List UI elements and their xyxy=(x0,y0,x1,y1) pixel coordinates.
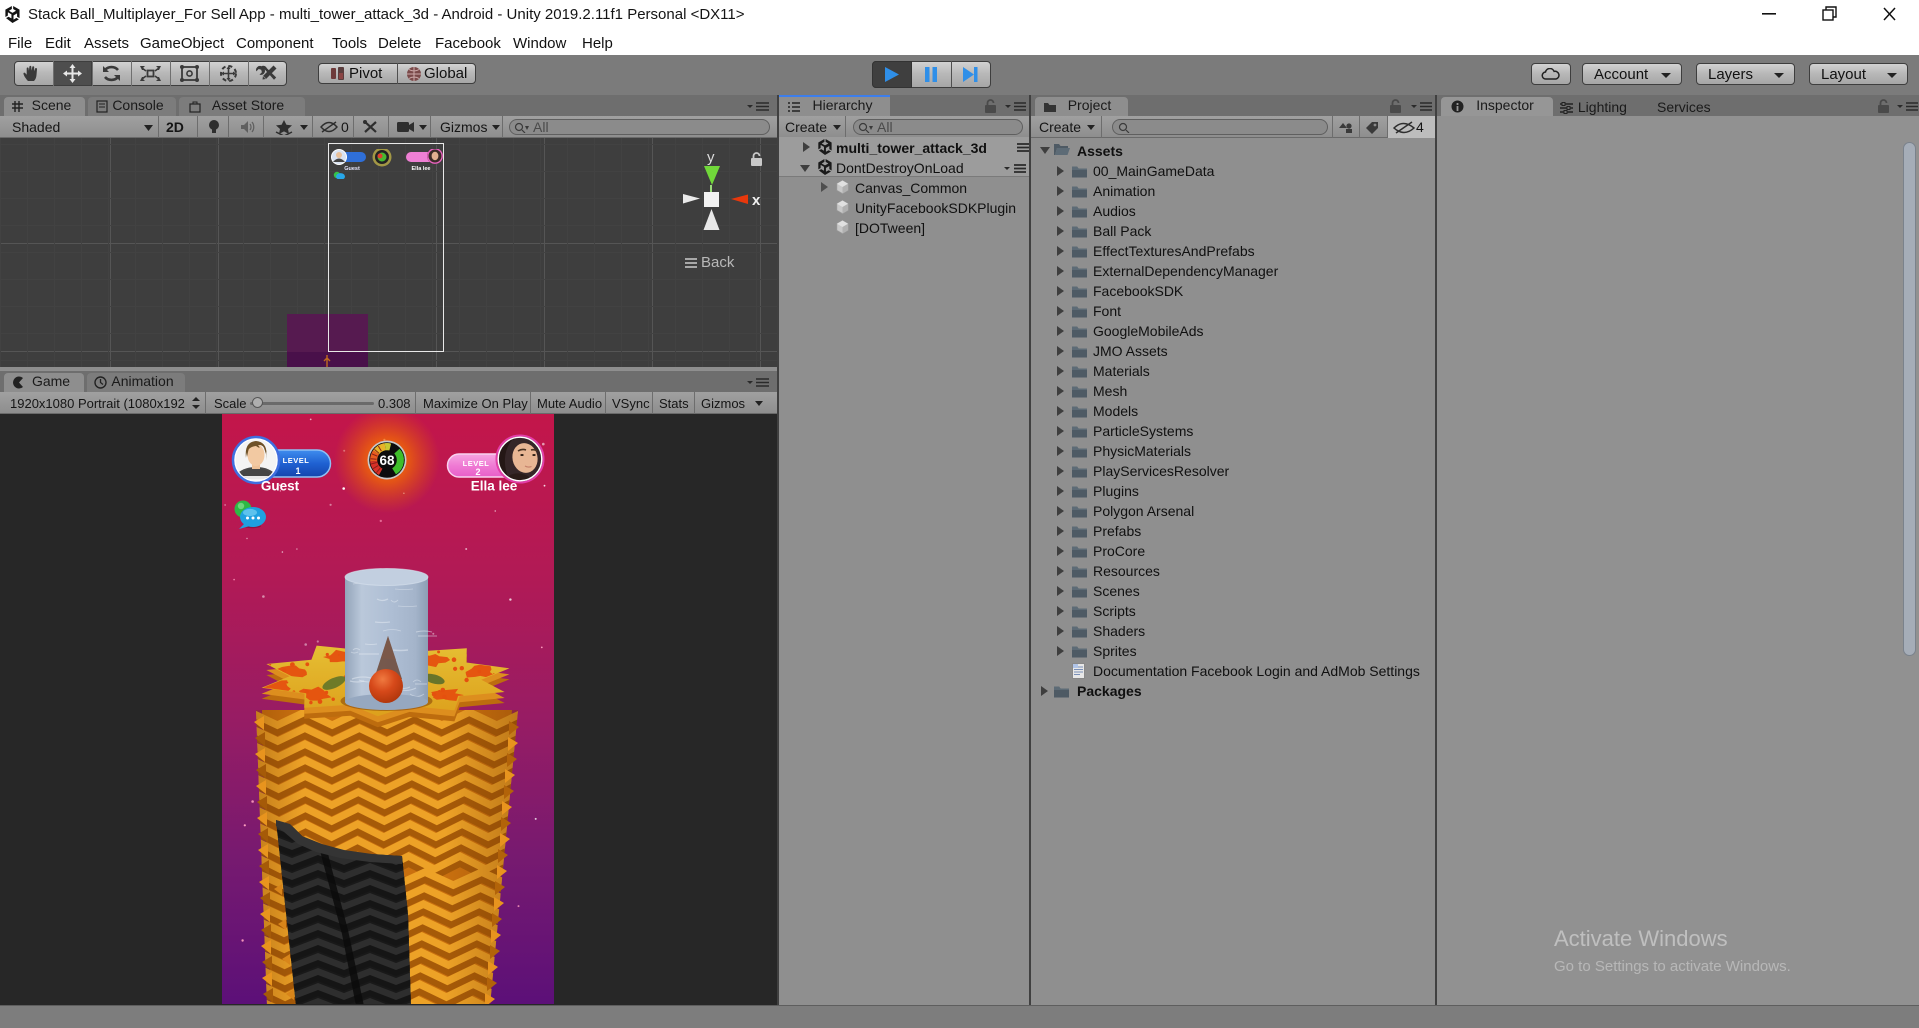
svg-text:Ella lee: Ella lee xyxy=(471,479,518,494)
svg-text:68: 68 xyxy=(379,453,395,468)
svg-text:LEVEL: LEVEL xyxy=(283,456,310,465)
svg-text:x: x xyxy=(752,192,761,209)
svg-text:1: 1 xyxy=(295,466,300,476)
svg-text:2: 2 xyxy=(475,467,480,477)
svg-text:Guest: Guest xyxy=(261,479,300,494)
svg-text:Guest: Guest xyxy=(344,166,360,172)
svg-text:y: y xyxy=(707,149,715,166)
svg-text:Ella lee: Ella lee xyxy=(412,166,431,172)
